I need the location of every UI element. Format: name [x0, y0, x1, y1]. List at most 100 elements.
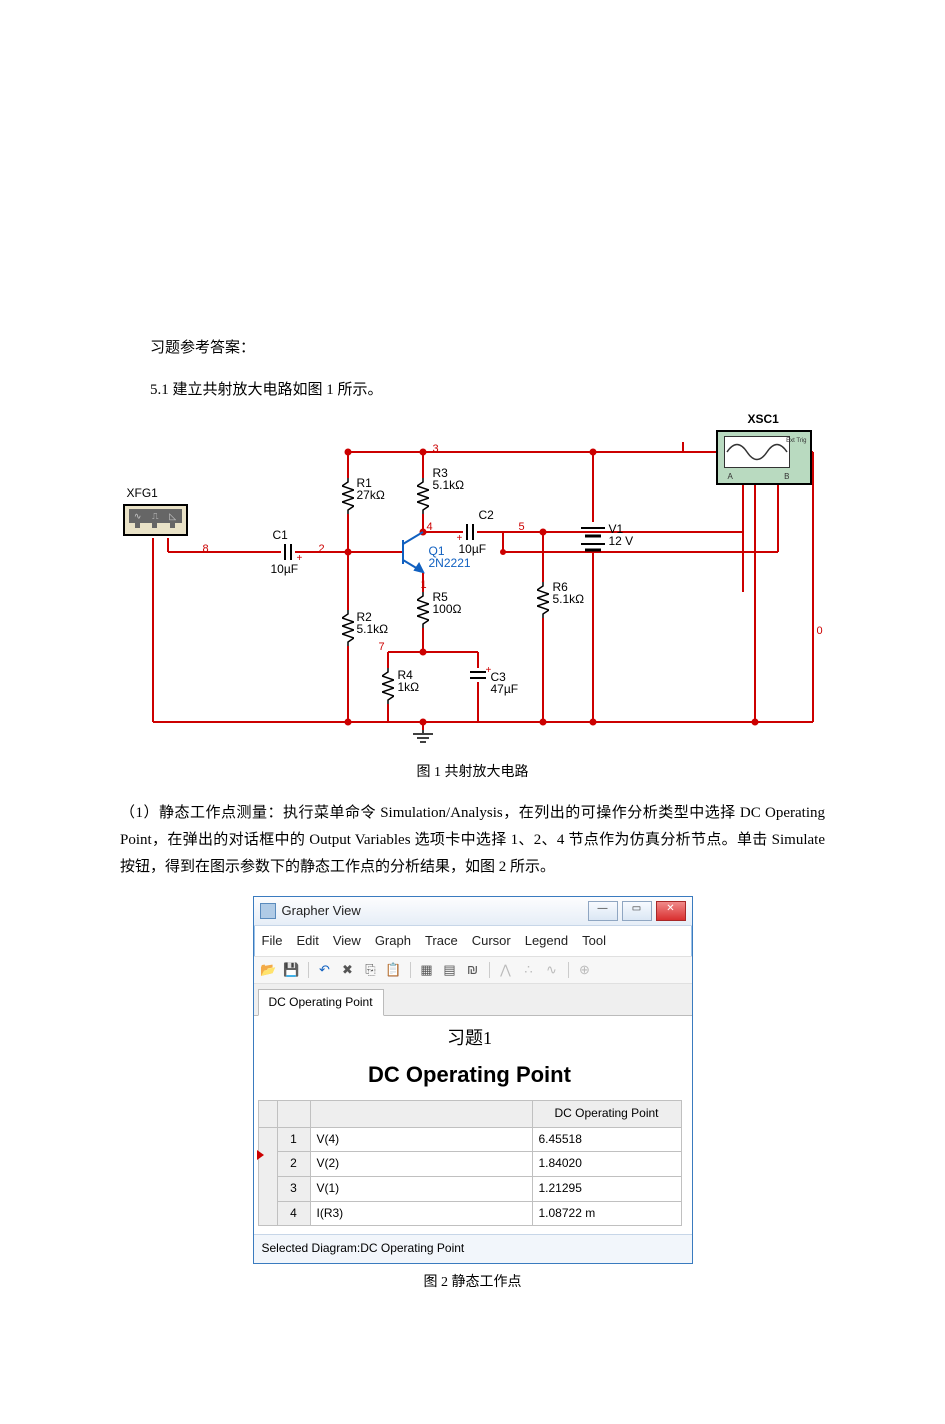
- var-name: V(4): [310, 1127, 532, 1152]
- menu-graph[interactable]: Graph: [375, 929, 411, 952]
- wave-icon[interactable]: ∿: [543, 961, 561, 979]
- table-row: 4 I(R3) 1.08722 m: [258, 1201, 681, 1226]
- xsc1-ext-trig: Ext Trig: [786, 438, 806, 444]
- grapher-view-window: Grapher View — ▭ ✕ File Edit View Graph …: [253, 896, 693, 1264]
- c2-val: 10µF: [459, 542, 487, 556]
- node-5: 5: [519, 518, 525, 538]
- oscilloscope: Ext Trig A B: [716, 430, 812, 485]
- menu-cursor[interactable]: Cursor: [472, 929, 511, 952]
- node-7: 7: [379, 638, 385, 658]
- list-icon[interactable]: ▤: [441, 961, 459, 979]
- figure-2: Grapher View — ▭ ✕ File Edit View Graph …: [120, 896, 825, 1264]
- marker-icon[interactable]: ∴: [520, 961, 538, 979]
- rownum: 1: [277, 1127, 310, 1152]
- node-4: 4: [427, 518, 433, 538]
- window-titlebar: Grapher View — ▭ ✕: [254, 897, 692, 926]
- r2-val: 5.1kΩ: [357, 622, 389, 636]
- minimize-button[interactable]: —: [588, 901, 618, 921]
- node-1: 1: [421, 576, 427, 596]
- xfg1-label: XFG1: [127, 486, 158, 500]
- rownum: 3: [277, 1176, 310, 1201]
- rownum-header: [277, 1101, 310, 1128]
- delete-icon[interactable]: ✖: [339, 961, 357, 979]
- document-page: 习题参考答案： 5.1 建立共射放大电路如图 1 所示。: [0, 0, 945, 1343]
- c1-val: 10µF: [271, 562, 299, 576]
- tab-dc-operating-point[interactable]: DC Operating Point: [258, 989, 384, 1017]
- q1-model: 2N2221: [429, 556, 471, 570]
- close-button[interactable]: ✕: [656, 901, 686, 921]
- grid-icon[interactable]: ▦: [418, 961, 436, 979]
- rownum: 4: [277, 1201, 310, 1226]
- resistor-r3: [417, 478, 429, 514]
- status-bar: Selected Diagram:DC Operating Point: [254, 1234, 692, 1263]
- r1-val: 27kΩ: [357, 488, 385, 502]
- figure-1-caption: 图 1 共射放大电路: [120, 760, 825, 785]
- var-name: V(2): [310, 1152, 532, 1177]
- rownum: 2: [277, 1152, 310, 1177]
- resistor-r5: [417, 592, 429, 628]
- paragraph-1: （1）静态工作点测量：执行菜单命令 Simulation/Analysis，在列…: [120, 800, 825, 881]
- v1-val: 12 V: [609, 534, 634, 548]
- var-name: I(R3): [310, 1201, 532, 1226]
- chart-icon[interactable]: ₪: [464, 961, 482, 979]
- table-row: 3 V(1) 1.21295: [258, 1176, 681, 1201]
- c2-name: C2: [479, 508, 494, 522]
- var-name: V(1): [310, 1176, 532, 1201]
- r5-val: 100Ω: [433, 602, 462, 616]
- capacitor-c3: [470, 668, 486, 682]
- resistor-r2: [342, 610, 354, 646]
- xsc1-ch-b: B: [784, 470, 789, 484]
- window-title: Grapher View: [282, 899, 361, 922]
- menu-view[interactable]: View: [333, 929, 361, 952]
- problem-5-1: 5.1 建立共射放大电路如图 1 所示。: [120, 377, 825, 404]
- c1-name: C1: [273, 528, 288, 542]
- resistor-r1: [342, 478, 354, 514]
- menu-file[interactable]: File: [262, 929, 283, 952]
- figure-2-caption: 图 2 静态工作点: [120, 1270, 825, 1295]
- resistor-r4: [382, 668, 394, 704]
- chart-title-1: 习题1: [258, 1022, 682, 1054]
- var-value: 1.21295: [532, 1176, 681, 1201]
- tab-row: DC Operating Point: [254, 984, 692, 1017]
- menu-legend[interactable]: Legend: [525, 929, 568, 952]
- copy-icon[interactable]: ⎘: [362, 961, 380, 979]
- r3-val: 5.1kΩ: [433, 478, 465, 492]
- node-8: 8: [203, 540, 209, 560]
- row-marker-header: [258, 1101, 277, 1128]
- undo-icon[interactable]: ↶: [316, 961, 334, 979]
- var-value: 6.45518: [532, 1127, 681, 1152]
- cursor-icon[interactable]: ⋀: [497, 961, 515, 979]
- figure-1: XFG1 ∿⎍◺ XSC1 Ext Trig A B + +: [120, 422, 825, 752]
- c3-val: 47µF: [491, 682, 519, 696]
- paste-icon[interactable]: 📋: [385, 961, 403, 979]
- node-2: 2: [319, 540, 325, 560]
- save-icon[interactable]: 💾: [283, 961, 301, 979]
- menu-tool[interactable]: Tool: [582, 929, 606, 952]
- r4-val: 1kΩ: [398, 680, 420, 694]
- app-icon: [260, 903, 276, 919]
- grapher-body: 习题1 DC Operating Point DC Operating Poin…: [254, 1016, 692, 1234]
- ground-symbol: [411, 730, 435, 744]
- maximize-button[interactable]: ▭: [622, 901, 652, 921]
- chart-title-2: DC Operating Point: [258, 1055, 682, 1095]
- menu-bar: File Edit View Graph Trace Cursor Legend…: [254, 926, 692, 956]
- table-row: 1 V(4) 6.45518: [258, 1127, 681, 1152]
- zoom-icon[interactable]: ⊕: [576, 961, 594, 979]
- var-value: 1.84020: [532, 1152, 681, 1177]
- r6-val: 5.1kΩ: [553, 592, 585, 606]
- function-generator: ∿⎍◺: [123, 504, 188, 536]
- capacitor-c1: [281, 544, 295, 560]
- capacitor-c2: [463, 524, 477, 540]
- toolbar: 📂 💾 ↶ ✖ ⎘ 📋 ▦ ▤ ₪ ⋀ ∴ ∿ ⊕: [254, 957, 692, 984]
- answers-heading: 习题参考答案：: [120, 335, 825, 362]
- var-value: 1.08722 m: [532, 1201, 681, 1226]
- table-row: 2 V(2) 1.84020: [258, 1152, 681, 1177]
- row-marker: [258, 1127, 277, 1225]
- varname-header: [310, 1101, 532, 1128]
- xsc1-label: XSC1: [748, 412, 779, 426]
- value-header: DC Operating Point: [532, 1101, 681, 1128]
- menu-trace[interactable]: Trace: [425, 929, 458, 952]
- node-0: 0: [817, 622, 823, 642]
- menu-edit[interactable]: Edit: [296, 929, 318, 952]
- open-icon[interactable]: 📂: [260, 961, 278, 979]
